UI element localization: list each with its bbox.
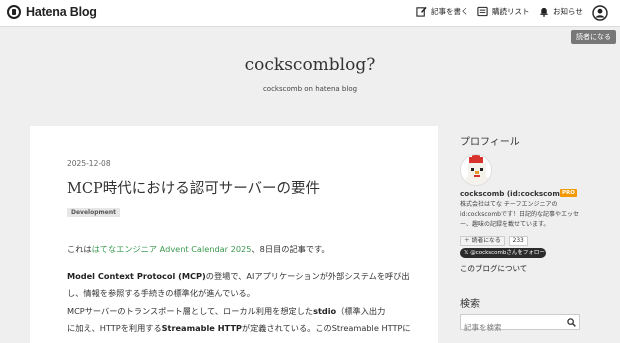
notifications-link[interactable]: お知らせ	[539, 6, 583, 17]
user-icon	[592, 5, 608, 21]
follow-label: 読者になる	[471, 238, 501, 244]
follow-widget: ＋ 読者になる 233	[460, 236, 528, 246]
stdio-term: stdio	[313, 306, 337, 316]
logo-text: Hatena Blog	[26, 5, 97, 19]
top-navigation-bar: Hatena Blog 記事を書く 購読リスト お知らせ	[0, 0, 620, 27]
paragraph-text: の登場で、AIアプリケーションが外部システムを呼び出	[205, 271, 410, 281]
paragraph-text: が定義されている。このStreamable HTTPに	[241, 323, 411, 333]
reading-list-label: 購読リスト	[492, 7, 530, 16]
advent-calendar-link[interactable]: はてなエンジニア Advent Calendar 2025	[92, 244, 252, 254]
follower-count: 233	[508, 236, 528, 246]
pro-badge: PRO	[560, 189, 577, 197]
intro-suffix: 、8日目の記事です。	[251, 244, 330, 254]
blog-title[interactable]: cockscomblog?	[0, 55, 620, 75]
paragraph-text: （標準入出力	[336, 306, 386, 316]
bell-icon	[540, 7, 548, 17]
mcp-term: Model Context Protocol (MCP)	[67, 271, 206, 281]
pencil-icon	[416, 6, 427, 17]
streamable-http-term: Streamable HTTP	[161, 323, 242, 333]
hatena-logo-icon	[7, 5, 21, 19]
profile-bio: 株式会社はてな チーフエンジニアのid:cockscombです！日記的な記事やエ…	[460, 201, 579, 228]
subscribe-button[interactable]: 読者になる	[571, 30, 616, 44]
paragraph-text: に加え、HTTPを利用する	[67, 323, 162, 333]
article-intro: これははてなエンジニア Advent Calendar 2025、8日目の記事で…	[67, 241, 407, 258]
article-date[interactable]: 2025-12-08	[67, 159, 111, 168]
category-tag[interactable]: Development	[67, 208, 120, 217]
hatena-blog-logo[interactable]: Hatena Blog	[7, 5, 97, 19]
search-box	[460, 314, 580, 335]
about-blog-link[interactable]: このブログについて	[460, 263, 527, 274]
article-card: 2025-12-08 MCP時代における認可サーバーの要件 Developmen…	[30, 126, 438, 343]
paragraph-text: MCPサーバーのトランスポート層として、ローカル利用を想定した	[67, 306, 314, 316]
book-icon	[477, 6, 488, 17]
profile-name[interactable]: cockscomb (id:cockscomb)	[460, 189, 568, 198]
avatar-image	[461, 155, 491, 185]
notifications-label: お知らせ	[553, 7, 583, 16]
user-menu-button[interactable]	[592, 5, 608, 25]
article-paragraph: Model Context Protocol (MCP)の登場で、AIアプリケー…	[67, 268, 410, 302]
twitter-follow-label: @cockscombさんをフォロー	[470, 250, 545, 256]
search-icon[interactable]	[567, 318, 576, 327]
profile-heading: プロフィール	[460, 137, 520, 148]
twitter-follow-button[interactable]: 𝕏 @cockscombさんをフォロー	[460, 248, 546, 258]
write-article-label: 記事を書く	[431, 7, 469, 16]
search-heading: 検索	[460, 299, 480, 310]
search-input[interactable]	[461, 320, 561, 335]
article-title[interactable]: MCP時代における認可サーバーの要件	[67, 177, 320, 198]
paragraph-text: し、情報を参照する手続きの標準化が進んでいる。	[67, 288, 255, 298]
intro-prefix: これは	[67, 244, 92, 254]
blog-description: cockscomb on hatena blog	[262, 85, 358, 93]
write-article-link[interactable]: 記事を書く	[416, 6, 469, 17]
avatar[interactable]	[460, 154, 492, 186]
article-paragraph: MCPサーバーのトランスポート層として、ローカル利用を想定したstdio（標準入…	[67, 303, 411, 337]
follow-button[interactable]: ＋ 読者になる	[460, 236, 505, 246]
reading-list-link[interactable]: 購読リスト	[477, 6, 530, 17]
